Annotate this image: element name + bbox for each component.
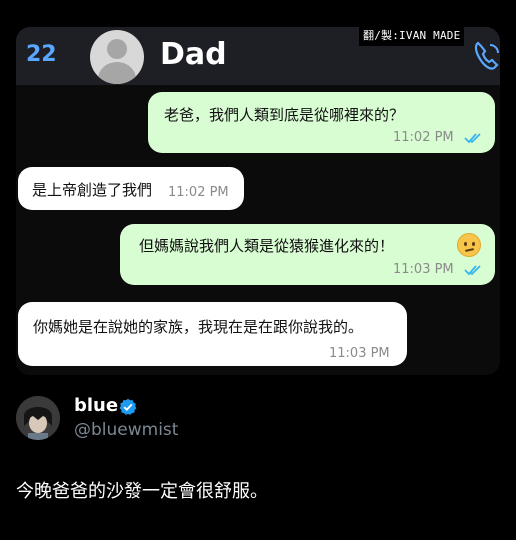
- message-bubble-sent[interactable]: 老爸，我們人類到底是從哪裡來的？ 11:02 PM: [148, 92, 495, 153]
- message-time: 11:02 PM: [168, 185, 229, 200]
- message-time: 11:02 PM: [393, 130, 454, 145]
- message-time: 11:03 PM: [393, 262, 454, 277]
- user-display-name[interactable]: blue: [74, 395, 118, 416]
- watermark-label: 翻/製:IVAN MADE: [359, 24, 465, 46]
- message-bubble-sent[interactable]: 但媽媽說我們人類是從猿猴進化來的！ 11:03 PM: [120, 224, 495, 285]
- contact-name[interactable]: Dad: [160, 37, 227, 72]
- message-text: 老爸，我們人類到底是從哪裡來的？: [164, 106, 405, 124]
- read-receipt-icon: [464, 265, 481, 276]
- message-bubble-received[interactable]: 是上帝創造了我們 11:02 PM: [18, 167, 244, 210]
- verified-badge-icon: [119, 398, 137, 415]
- phone-call-icon[interactable]: [472, 39, 500, 73]
- tweet-text: 今晚爸爸的沙發一定會很舒服。: [16, 481, 268, 502]
- message-text: 你媽她是在說她的家族，我現在是在跟你說我的。: [33, 318, 364, 336]
- user-avatar[interactable]: [16, 396, 60, 440]
- chat-screenshot: 22 Dad 老爸，我們人類到底是從哪裡來的？ 11:02 PM 是上帝創造了我…: [16, 27, 500, 375]
- message-bubble-received[interactable]: 你媽她是在說她的家族，我現在是在跟你說我的。 11:03 PM: [18, 302, 407, 366]
- read-receipt-icon: [464, 133, 481, 144]
- user-handle[interactable]: @bluewmist: [74, 420, 178, 440]
- message-time: 11:03 PM: [329, 346, 390, 361]
- message-text: 但媽媽說我們人類是從猿猴進化來的！: [139, 237, 395, 255]
- confused-face-icon: [457, 233, 481, 257]
- message-text: 是上帝創造了我們: [32, 181, 153, 199]
- contact-avatar[interactable]: [90, 30, 144, 84]
- back-unread-count[interactable]: 22: [26, 42, 57, 67]
